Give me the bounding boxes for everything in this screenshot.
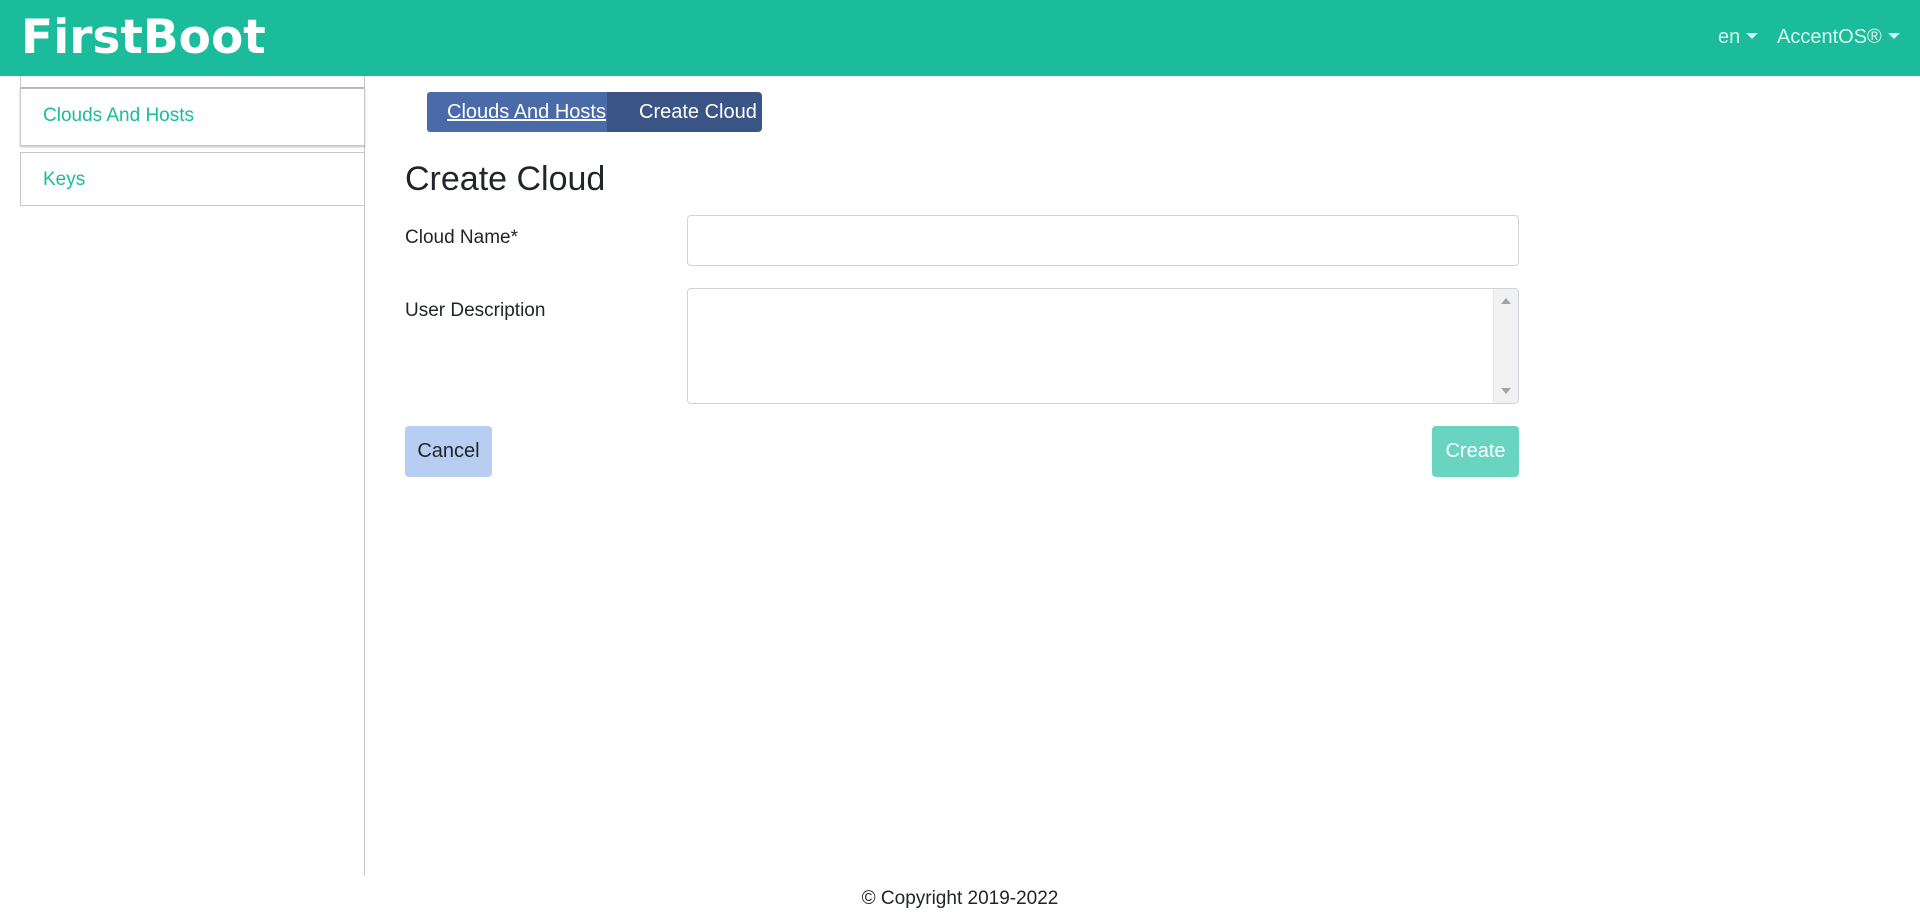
chevron-down-icon <box>1887 33 1900 39</box>
footer-copyright: © Copyright 2019-2022 <box>861 888 1059 909</box>
brand-logo[interactable]: FirstBoot <box>21 10 266 66</box>
sidebar-divider <box>20 76 365 88</box>
create-button[interactable]: Create <box>1432 426 1519 477</box>
chevron-down-icon <box>1746 33 1759 39</box>
user-menu-dropdown[interactable]: AccentOS® <box>1777 24 1900 50</box>
breadcrumb-link-clouds-and-hosts[interactable]: Clouds And Hosts <box>427 92 607 132</box>
cancel-button[interactable]: Cancel <box>405 426 492 477</box>
sidebar-item-keys[interactable]: Keys <box>20 152 365 206</box>
language-dropdown[interactable]: en <box>1718 24 1759 50</box>
sidebar-item-label: Clouds And Hosts <box>43 105 195 126</box>
sidebar-item-clouds-and-hosts[interactable]: Clouds And Hosts <box>20 88 365 146</box>
user-description-label: User Description <box>405 300 546 321</box>
top-navbar: FirstBoot en AccentOS® <box>0 0 1920 76</box>
breadcrumb-current: Create Cloud <box>607 92 762 132</box>
scroll-down-arrow-icon[interactable] <box>1501 388 1511 394</box>
cloud-name-label: Cloud Name* <box>405 227 518 248</box>
sidebar: Clouds And Hosts Keys <box>20 76 365 876</box>
scroll-up-arrow-icon[interactable] <box>1501 298 1511 304</box>
user-menu-label: AccentOS® <box>1777 26 1882 48</box>
textarea-scrollbar[interactable] <box>1493 289 1518 403</box>
cloud-name-input[interactable] <box>687 215 1519 266</box>
language-label: en <box>1718 26 1741 48</box>
user-description-textarea[interactable] <box>687 288 1519 404</box>
sidebar-item-label: Keys <box>43 169 86 190</box>
page-title: Create Cloud <box>405 160 606 198</box>
